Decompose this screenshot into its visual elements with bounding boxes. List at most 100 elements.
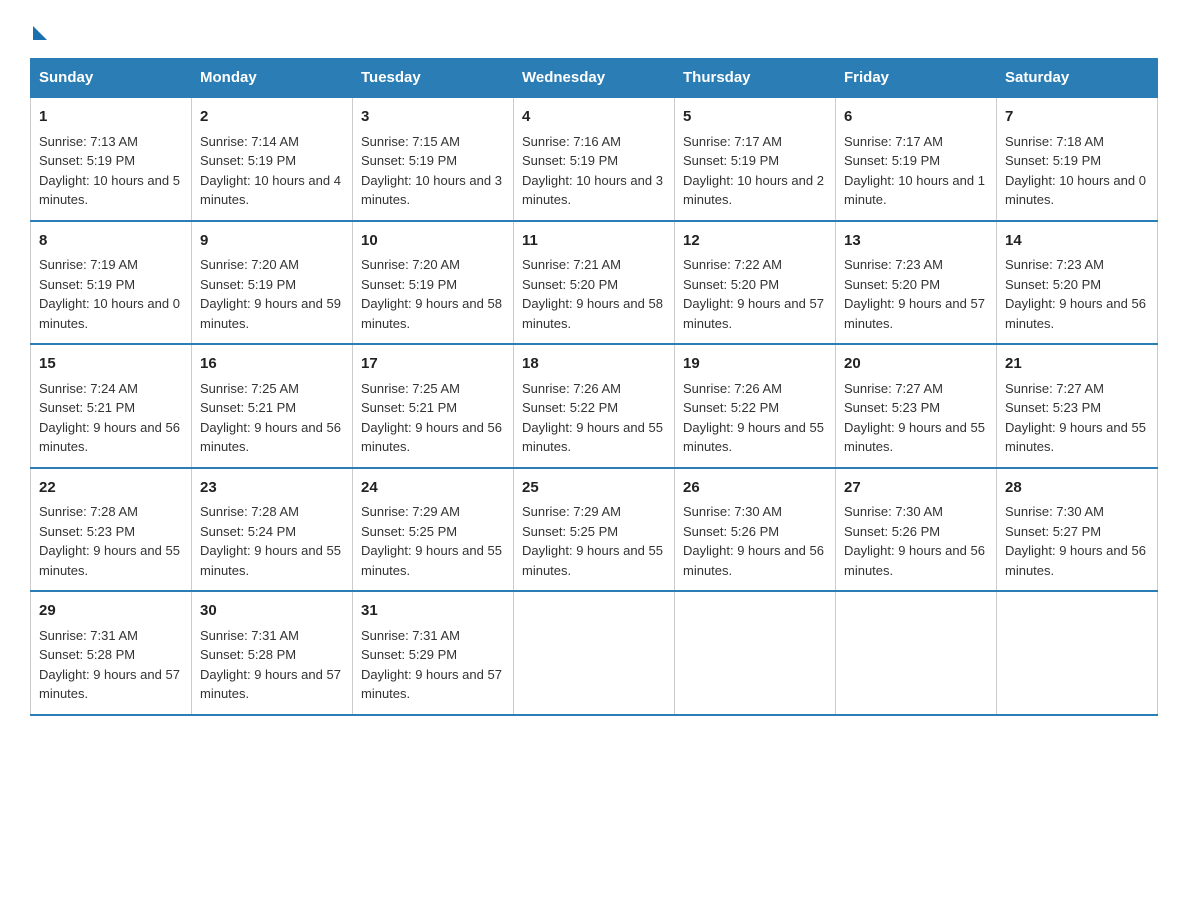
day-number: 31 xyxy=(361,600,505,623)
day-info: Sunrise: 7:31 AMSunset: 5:29 PMDaylight:… xyxy=(361,626,505,704)
calendar-cell: 9Sunrise: 7:20 AMSunset: 5:19 PMDaylight… xyxy=(192,221,353,345)
calendar-cell: 22Sunrise: 7:28 AMSunset: 5:23 PMDayligh… xyxy=(31,468,192,592)
calendar-cell: 8Sunrise: 7:19 AMSunset: 5:19 PMDaylight… xyxy=(31,221,192,345)
day-info: Sunrise: 7:31 AMSunset: 5:28 PMDaylight:… xyxy=(39,626,183,704)
day-number: 27 xyxy=(844,477,988,500)
day-info: Sunrise: 7:24 AMSunset: 5:21 PMDaylight:… xyxy=(39,379,183,457)
calendar-cell: 5 Sunrise: 7:17 AMSunset: 5:19 PMDaylight… xyxy=(675,97,836,221)
day-info: Sunrise: 7:22 AMSunset: 5:20 PMDaylight:… xyxy=(683,255,827,333)
day-number: 21 xyxy=(1005,353,1149,376)
calendar-cell xyxy=(514,591,675,715)
week-row-2: 8Sunrise: 7:19 AMSunset: 5:19 PMDaylight… xyxy=(31,221,1158,345)
week-row-1: 1 Sunrise: 7:13 AMSunset: 5:19 PMDaylight… xyxy=(31,97,1158,221)
day-info: Sunrise: 7:26 AMSunset: 5:22 PMDaylight:… xyxy=(522,379,666,457)
day-number: 26 xyxy=(683,477,827,500)
day-header-wednesday: Wednesday xyxy=(514,59,675,98)
day-number: 12 xyxy=(683,230,827,253)
day-info: Sunrise: 7:16 AMSunset: 5:19 PMDaylight:… xyxy=(522,132,666,210)
day-info: Sunrise: 7:25 AMSunset: 5:21 PMDaylight:… xyxy=(361,379,505,457)
day-info: Sunrise: 7:26 AMSunset: 5:22 PMDaylight:… xyxy=(683,379,827,457)
calendar-cell: 13Sunrise: 7:23 AMSunset: 5:20 PMDayligh… xyxy=(836,221,997,345)
logo-triangle-icon xyxy=(33,26,47,40)
calendar-cell: 23Sunrise: 7:28 AMSunset: 5:24 PMDayligh… xyxy=(192,468,353,592)
day-number: 5 xyxy=(683,106,827,129)
calendar-cell: 25Sunrise: 7:29 AMSunset: 5:25 PMDayligh… xyxy=(514,468,675,592)
day-info: Sunrise: 7:17 AMSunset: 5:19 PMDaylight:… xyxy=(683,132,827,210)
day-number: 28 xyxy=(1005,477,1149,500)
day-number: 13 xyxy=(844,230,988,253)
day-info: Sunrise: 7:20 AMSunset: 5:19 PMDaylight:… xyxy=(361,255,505,333)
day-info: Sunrise: 7:27 AMSunset: 5:23 PMDaylight:… xyxy=(1005,379,1149,457)
week-row-3: 15 Sunrise: 7:24 AMSunset: 5:21 PMDayligh… xyxy=(31,344,1158,468)
calendar-cell xyxy=(675,591,836,715)
day-header-friday: Friday xyxy=(836,59,997,98)
day-number: 11 xyxy=(522,230,666,253)
day-info: Sunrise: 7:28 AMSunset: 5:23 PMDaylight:… xyxy=(39,502,183,580)
day-info: Sunrise: 7:30 AMSunset: 5:26 PMDaylight:… xyxy=(683,502,827,580)
day-info: Sunrise: 7:23 AMSunset: 5:20 PMDaylight:… xyxy=(1005,255,1149,333)
calendar-cell: 18 Sunrise: 7:26 AMSunset: 5:22 PMDayligh… xyxy=(514,344,675,468)
day-info: Sunrise: 7:30 AMSunset: 5:26 PMDaylight:… xyxy=(844,502,988,580)
day-number: 19 xyxy=(683,353,827,376)
logo xyxy=(30,20,47,40)
day-info: Sunrise: 7:29 AMSunset: 5:25 PMDaylight:… xyxy=(522,502,666,580)
calendar-cell xyxy=(997,591,1158,715)
calendar-cell: 20 Sunrise: 7:27 AMSunset: 5:23 PMDayligh… xyxy=(836,344,997,468)
day-info: Sunrise: 7:27 AMSunset: 5:23 PMDaylight:… xyxy=(844,379,988,457)
day-info: Sunrise: 7:30 AMSunset: 5:27 PMDaylight:… xyxy=(1005,502,1149,580)
day-info: Sunrise: 7:18 AMSunset: 5:19 PMDaylight:… xyxy=(1005,132,1149,210)
calendar-cell: 3 Sunrise: 7:15 AMSunset: 5:19 PMDaylight… xyxy=(353,97,514,221)
calendar-cell: 11Sunrise: 7:21 AMSunset: 5:20 PMDayligh… xyxy=(514,221,675,345)
day-number: 7 xyxy=(1005,106,1149,129)
calendar-cell: 6 Sunrise: 7:17 AMSunset: 5:19 PMDaylight… xyxy=(836,97,997,221)
day-number: 3 xyxy=(361,106,505,129)
calendar-cell: 21 Sunrise: 7:27 AMSunset: 5:23 PMDayligh… xyxy=(997,344,1158,468)
header xyxy=(30,20,1158,40)
calendar-cell: 19 Sunrise: 7:26 AMSunset: 5:22 PMDayligh… xyxy=(675,344,836,468)
day-number: 18 xyxy=(522,353,666,376)
calendar-cell: 28Sunrise: 7:30 AMSunset: 5:27 PMDayligh… xyxy=(997,468,1158,592)
day-header-monday: Monday xyxy=(192,59,353,98)
day-number: 8 xyxy=(39,230,183,253)
day-header-thursday: Thursday xyxy=(675,59,836,98)
day-info: Sunrise: 7:21 AMSunset: 5:20 PMDaylight:… xyxy=(522,255,666,333)
day-info: Sunrise: 7:28 AMSunset: 5:24 PMDaylight:… xyxy=(200,502,344,580)
week-row-5: 29 Sunrise: 7:31 AMSunset: 5:28 PMDayligh… xyxy=(31,591,1158,715)
calendar-table: SundayMondayTuesdayWednesdayThursdayFrid… xyxy=(30,58,1158,716)
calendar-cell: 17 Sunrise: 7:25 AMSunset: 5:21 PMDayligh… xyxy=(353,344,514,468)
day-number: 29 xyxy=(39,600,183,623)
day-number: 20 xyxy=(844,353,988,376)
calendar-cell: 27Sunrise: 7:30 AMSunset: 5:26 PMDayligh… xyxy=(836,468,997,592)
days-header-row: SundayMondayTuesdayWednesdayThursdayFrid… xyxy=(31,59,1158,98)
day-number: 10 xyxy=(361,230,505,253)
calendar-cell: 4 Sunrise: 7:16 AMSunset: 5:19 PMDaylight… xyxy=(514,97,675,221)
day-number: 6 xyxy=(844,106,988,129)
calendar-cell xyxy=(836,591,997,715)
calendar-cell: 31 Sunrise: 7:31 AMSunset: 5:29 PMDayligh… xyxy=(353,591,514,715)
day-info: Sunrise: 7:15 AMSunset: 5:19 PMDaylight:… xyxy=(361,132,505,210)
calendar-cell: 12Sunrise: 7:22 AMSunset: 5:20 PMDayligh… xyxy=(675,221,836,345)
week-row-4: 22Sunrise: 7:28 AMSunset: 5:23 PMDayligh… xyxy=(31,468,1158,592)
day-number: 1 xyxy=(39,106,183,129)
day-number: 15 xyxy=(39,353,183,376)
calendar-cell: 14Sunrise: 7:23 AMSunset: 5:20 PMDayligh… xyxy=(997,221,1158,345)
day-number: 24 xyxy=(361,477,505,500)
day-number: 25 xyxy=(522,477,666,500)
calendar-cell: 7 Sunrise: 7:18 AMSunset: 5:19 PMDaylight… xyxy=(997,97,1158,221)
calendar-cell: 24Sunrise: 7:29 AMSunset: 5:25 PMDayligh… xyxy=(353,468,514,592)
day-info: Sunrise: 7:31 AMSunset: 5:28 PMDaylight:… xyxy=(200,626,344,704)
day-number: 16 xyxy=(200,353,344,376)
day-info: Sunrise: 7:13 AMSunset: 5:19 PMDaylight:… xyxy=(39,132,183,210)
calendar-cell: 10Sunrise: 7:20 AMSunset: 5:19 PMDayligh… xyxy=(353,221,514,345)
day-number: 2 xyxy=(200,106,344,129)
day-info: Sunrise: 7:29 AMSunset: 5:25 PMDaylight:… xyxy=(361,502,505,580)
calendar-cell: 26Sunrise: 7:30 AMSunset: 5:26 PMDayligh… xyxy=(675,468,836,592)
day-number: 17 xyxy=(361,353,505,376)
day-number: 4 xyxy=(522,106,666,129)
day-info: Sunrise: 7:23 AMSunset: 5:20 PMDaylight:… xyxy=(844,255,988,333)
day-number: 9 xyxy=(200,230,344,253)
calendar-cell: 15 Sunrise: 7:24 AMSunset: 5:21 PMDayligh… xyxy=(31,344,192,468)
day-header-sunday: Sunday xyxy=(31,59,192,98)
day-header-saturday: Saturday xyxy=(997,59,1158,98)
day-info: Sunrise: 7:17 AMSunset: 5:19 PMDaylight:… xyxy=(844,132,988,210)
